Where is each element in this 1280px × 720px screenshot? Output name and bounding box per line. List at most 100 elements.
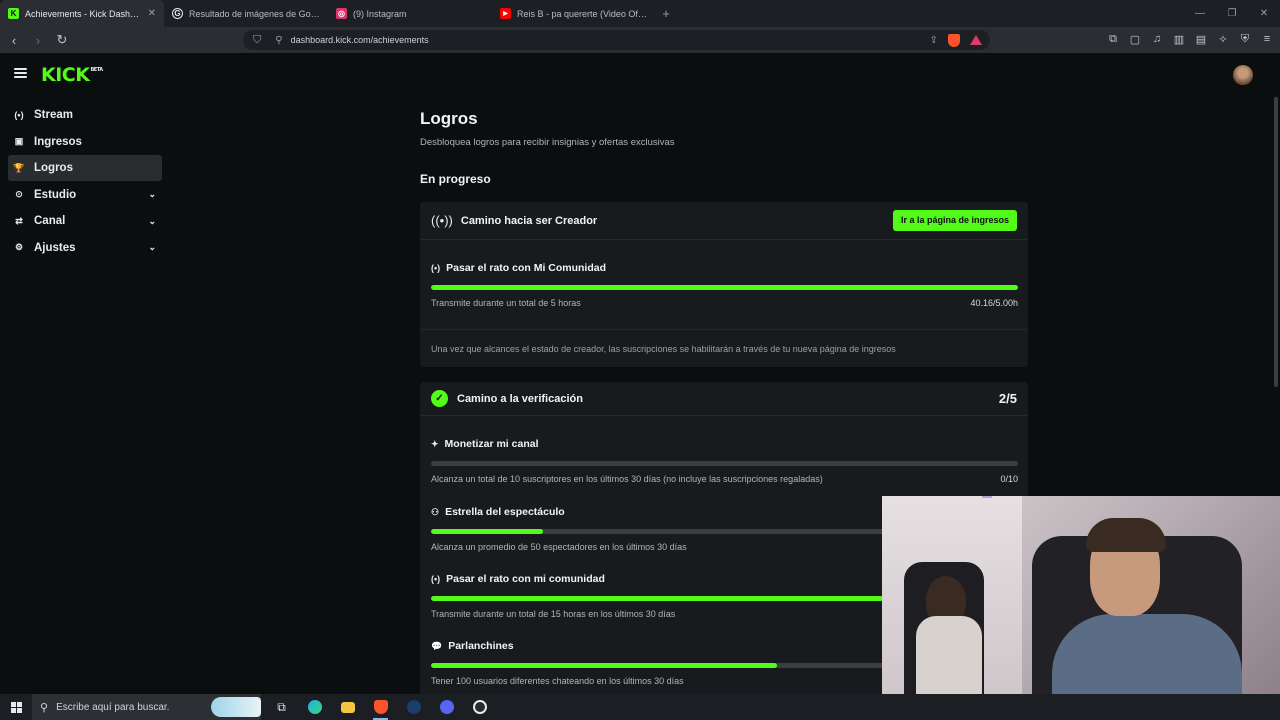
bookmark-icon[interactable]: ⛉ (253, 34, 261, 47)
viewers-icon: ⚇ (431, 506, 440, 517)
leo-ai-icon[interactable]: ✧ (1216, 32, 1230, 46)
wallet-icon[interactable]: ▤ (1194, 32, 1208, 46)
page-scrollbar[interactable] (1274, 97, 1278, 387)
tab-title: (9) Instagram (353, 8, 407, 19)
logo-text: KICK (41, 64, 90, 86)
new-tab-button[interactable]: + (656, 0, 676, 27)
person-body (916, 616, 982, 694)
sidebar-item-ajustes[interactable]: ⚙ Ajustes ⌄ (8, 235, 162, 261)
sidebar-toggle-icon[interactable]: ▥ (1172, 32, 1186, 46)
discord-icon[interactable] (430, 694, 463, 720)
brave-browser-icon[interactable] (364, 694, 397, 720)
avatar[interactable] (1233, 65, 1253, 85)
file-explorer-icon[interactable] (331, 694, 364, 720)
windows-start-icon[interactable] (0, 694, 32, 720)
site-settings-icon[interactable]: ⚲ (275, 35, 282, 46)
task-title-row: ✦ Monetizar mi canal (431, 438, 1018, 450)
ring-light (982, 496, 992, 498)
revenue-icon: ▣ (14, 136, 24, 147)
windows-taskbar: ⚲ Escribe aquí para buscar. ⧉ (0, 694, 1280, 720)
studio-icon: ⊙ (15, 189, 23, 200)
brave-rewards-icon[interactable] (970, 35, 982, 45)
taskbar-search[interactable]: ⚲ Escribe aquí para buscar. (32, 694, 261, 720)
chat-icon: 💬 (431, 640, 443, 651)
sidebar-item-estudio[interactable]: ⊙ Estudio ⌄ (8, 182, 162, 208)
sidebar-item-stream[interactable]: (•) Stream (8, 102, 162, 128)
sidebar-item-logros[interactable]: 🏆 Logros (8, 155, 162, 182)
instagram-favicon-icon: ◎ (336, 8, 347, 19)
completed-count: 2/5 (998, 391, 1017, 406)
achievement-task: (•) Pasar el rato con Mi Comunidad Trans… (431, 262, 1018, 308)
kick-dashboard-page: KICKBETA (•) Stream ▣ Ingresos 🏆 Logros … (0, 53, 1280, 702)
task-title: Pasar el rato con mi comunidad (446, 573, 605, 585)
person-body (1052, 614, 1242, 694)
task-title-row: (•) Pasar el rato con Mi Comunidad (431, 262, 1018, 274)
chevron-down-icon[interactable]: ⌄ (148, 216, 156, 227)
webcam-overlay (882, 496, 1280, 694)
sidebar-item-label: Stream (34, 109, 73, 121)
tab-title: Resultado de imágenes de Google (189, 8, 320, 19)
kick-logo[interactable]: KICKBETA (41, 64, 103, 86)
broadcast-icon: (•) (14, 110, 24, 120)
tab-google-images[interactable]: G Resultado de imágenes de Google (164, 0, 328, 27)
go-to-revenue-button[interactable]: Ir a la página de ingresos (892, 210, 1017, 231)
vpn-icon[interactable]: ⛨ (1238, 32, 1252, 46)
sidebar-item-ingresos[interactable]: ▣ Ingresos (8, 129, 162, 155)
media-icon[interactable]: ♫ (1150, 32, 1164, 46)
tab-title: Achievements - Kick Dashboard (25, 8, 142, 19)
menu-icon[interactable]: ≡ (1260, 32, 1274, 46)
brave-shield-icon[interactable] (948, 33, 960, 47)
close-window-icon[interactable]: ✕ (1248, 0, 1280, 27)
share-icon[interactable]: ⇪ (930, 35, 938, 46)
tab-achievements[interactable]: K Achievements - Kick Dashboard ✕ (0, 0, 164, 27)
sidebar-item-canal[interactable]: ⇄ Canal ⌄ (8, 208, 162, 234)
card-title: Camino a la verificación (457, 392, 583, 405)
back-button[interactable]: ‹ (4, 30, 24, 50)
search-icon: ⚲ (40, 701, 49, 714)
person-hair (1086, 518, 1166, 552)
task-title: Pasar el rato con Mi Comunidad (446, 262, 607, 274)
tab-instagram[interactable]: ◎ (9) Instagram (328, 0, 492, 27)
task-title: Estrella del espectáculo (445, 506, 565, 518)
extensions-icon[interactable]: ⧉ (1106, 32, 1120, 46)
hamburger-menu-icon[interactable] (14, 68, 27, 78)
achievement-task: ✦ Monetizar mi canal Alcanza un total de… (431, 438, 1018, 484)
task-description: Transmite durante un total de 15 horas e… (431, 609, 676, 619)
reload-button[interactable]: ↻ (52, 30, 72, 50)
screenshot-icon[interactable]: ▢ (1128, 32, 1142, 46)
broadcast-icon: (•) (431, 574, 441, 584)
search-highlight-image (211, 697, 261, 717)
taskbar-apps: ⧉ (265, 694, 496, 720)
kick-favicon-icon: K (8, 8, 19, 19)
obs-icon[interactable] (463, 694, 496, 720)
creator-note: Una vez que alcances el estado de creado… (431, 344, 896, 354)
card-header: ✓ Camino a la verificación 2/5 (420, 382, 1028, 416)
edge-icon[interactable] (298, 694, 331, 720)
address-bar[interactable]: ⛉ ⚲ dashboard.kick.com/achievements ⇪ (243, 30, 990, 50)
chevron-down-icon[interactable]: ⌄ (148, 189, 156, 200)
minimize-icon[interactable]: — (1184, 0, 1216, 27)
chevron-down-icon[interactable]: ⌄ (148, 242, 156, 253)
broadcast-icon: ((•)) (431, 213, 453, 228)
sparkle-icon: ✦ (431, 438, 439, 449)
forward-button[interactable]: › (28, 30, 48, 50)
progress-text: 40.16/5.00h (970, 298, 1018, 308)
trophy-icon: 🏆 (13, 162, 25, 173)
progress-fill (431, 596, 883, 601)
beta-badge: BETA (90, 67, 103, 73)
sidebar: (•) Stream ▣ Ingresos 🏆 Logros ⊙ Estudio… (8, 102, 162, 262)
card-title: Camino hacia ser Creador (460, 214, 598, 227)
sidebar-item-label: Canal (34, 215, 66, 228)
steam-icon[interactable] (397, 694, 430, 720)
restore-icon[interactable]: ❐ (1216, 0, 1248, 27)
task-view-icon[interactable]: ⧉ (265, 694, 298, 720)
progress-fill (431, 529, 543, 534)
gear-icon: ⚙ (14, 242, 24, 253)
close-icon[interactable]: ✕ (148, 8, 156, 19)
creator-path-card: ((•)) Camino hacia ser Creador Ir a la p… (420, 202, 1028, 367)
url-text: dashboard.kick.com/achievements (290, 35, 429, 45)
section-title: En progreso (420, 172, 491, 186)
page-subtitle: Desbloquea logros para recibir insignias… (420, 137, 675, 148)
google-favicon-icon: G (172, 8, 183, 19)
tab-youtube[interactable]: ▶ Reis B - pa quererte (Video Oficial) - (492, 0, 656, 27)
